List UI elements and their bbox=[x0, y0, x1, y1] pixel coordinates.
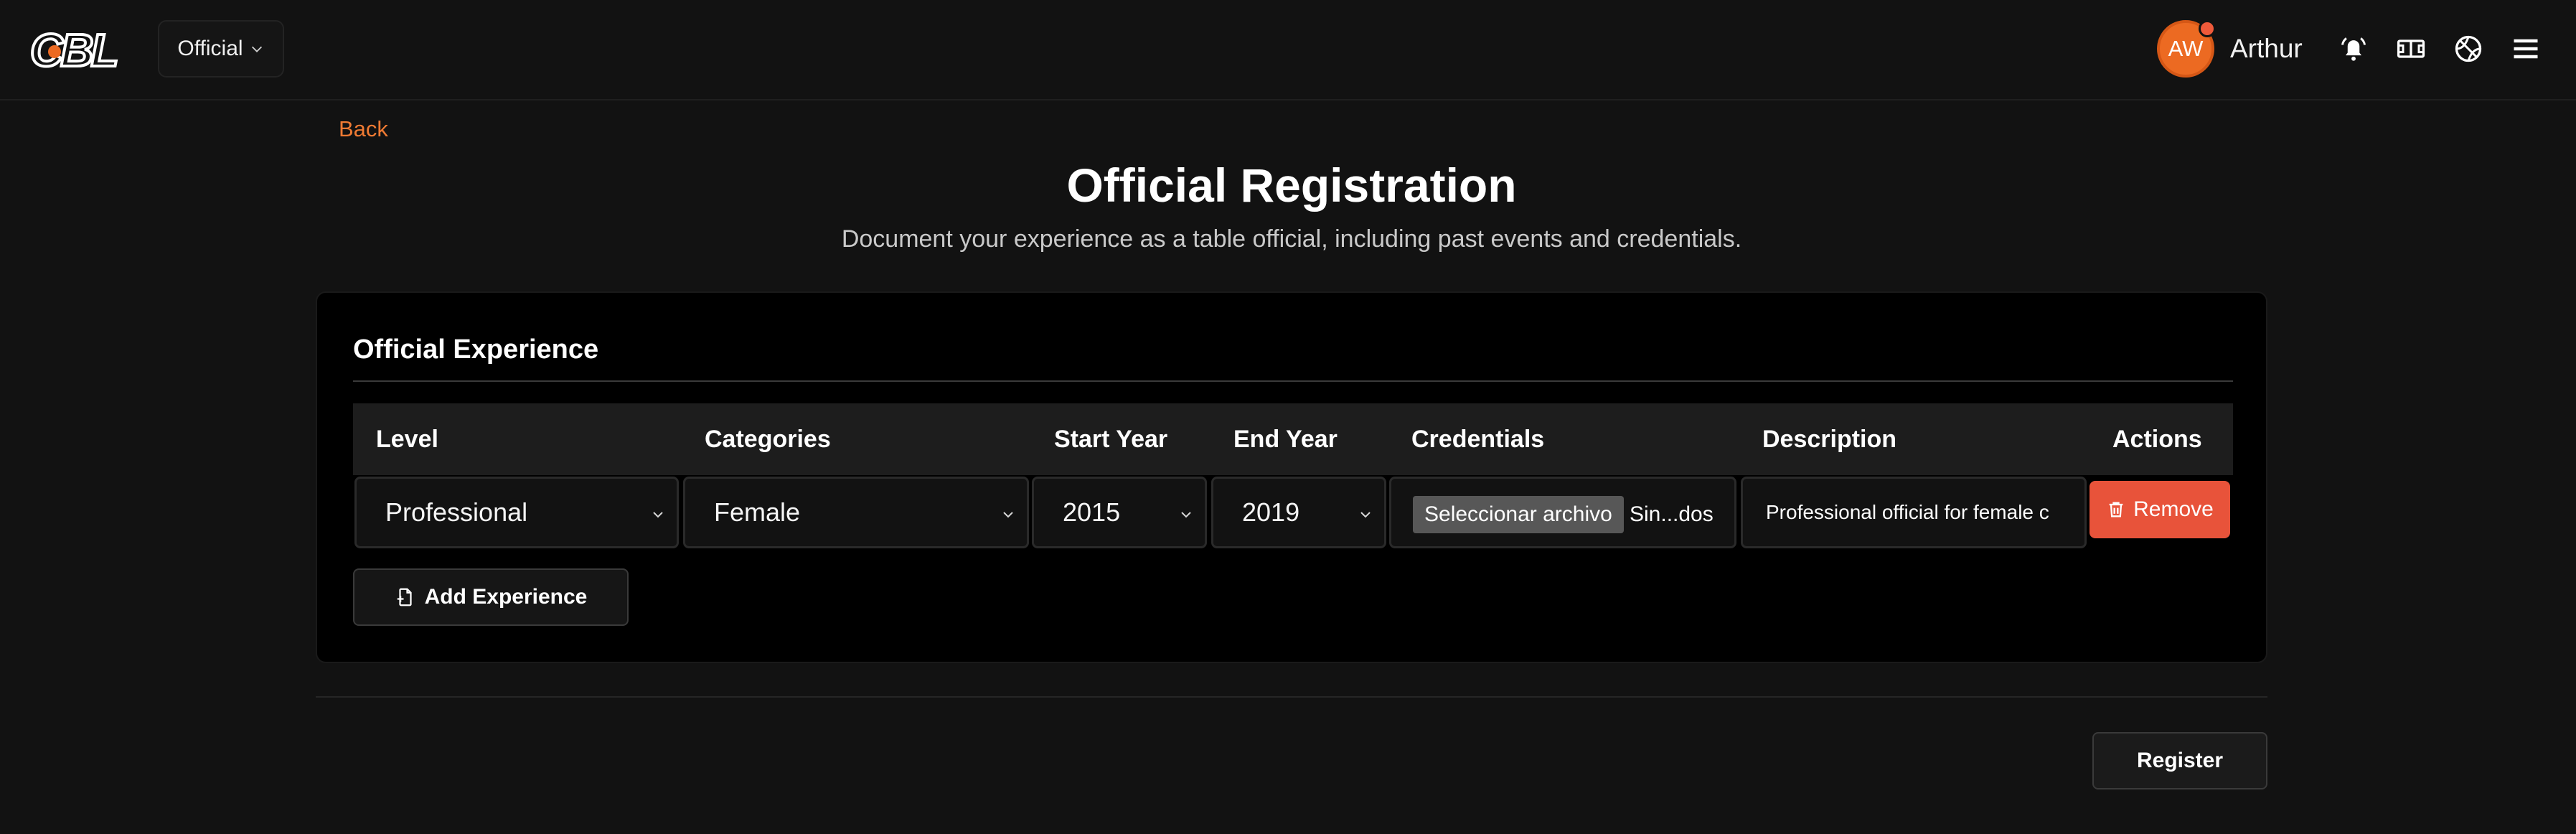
page-title: Official Registration bbox=[1066, 159, 1517, 212]
register-button[interactable]: Register bbox=[2092, 732, 2267, 790]
user-menu[interactable]: AW Arthur bbox=[2157, 20, 2303, 78]
back-link[interactable]: Back bbox=[339, 116, 388, 142]
categories-value: Female bbox=[714, 497, 801, 527]
avatar[interactable]: AW bbox=[2157, 20, 2216, 78]
section-title: Official Experience bbox=[353, 334, 599, 365]
end-year-value: 2019 bbox=[1242, 497, 1300, 527]
column-header-actions: Actions bbox=[2112, 426, 2202, 453]
description-input[interactable]: Professional official for female c bbox=[1741, 477, 2087, 548]
add-experience-label: Add Experience bbox=[424, 585, 588, 609]
chevron-down-icon bbox=[251, 46, 262, 52]
column-header-description: Description bbox=[1762, 426, 1897, 453]
chevron-down-icon bbox=[1003, 512, 1013, 518]
column-header-start-year: Start Year bbox=[1054, 426, 1168, 453]
chevron-down-icon bbox=[1181, 512, 1191, 518]
user-name: Arthur bbox=[2230, 34, 2303, 63]
column-header-level: Level bbox=[376, 426, 438, 453]
menu-icon[interactable] bbox=[2510, 33, 2542, 65]
remove-button[interactable]: Remove bbox=[2090, 481, 2230, 538]
level-value: Professional bbox=[385, 497, 528, 527]
column-header-categories: Categories bbox=[705, 426, 831, 453]
court-icon[interactable] bbox=[2395, 33, 2427, 65]
table-header: Level Categories Start Year End Year Cre… bbox=[353, 403, 2233, 475]
trash-icon bbox=[2109, 502, 2123, 517]
end-year-select[interactable]: 2019 bbox=[1211, 477, 1386, 548]
notification-dot bbox=[2199, 20, 2216, 37]
section-divider bbox=[353, 380, 2233, 382]
remove-label: Remove bbox=[2133, 497, 2214, 521]
add-experience-button[interactable]: Add Experience bbox=[353, 568, 629, 626]
column-header-credentials: Credentials bbox=[1411, 426, 1545, 453]
register-label: Register bbox=[2136, 749, 2224, 772]
ball-icon[interactable] bbox=[2453, 33, 2484, 65]
file-plus-icon bbox=[397, 588, 412, 606]
footer-divider bbox=[316, 696, 2267, 698]
page-subtitle: Document your experience as a table offi… bbox=[841, 225, 1742, 253]
chevron-down-icon bbox=[1360, 512, 1371, 518]
level-select[interactable]: Professional bbox=[354, 477, 679, 548]
bell-icon[interactable] bbox=[2338, 33, 2369, 65]
choose-file-button[interactable]: Seleccionar archivo bbox=[1413, 496, 1624, 533]
categories-select[interactable]: Female bbox=[683, 477, 1029, 548]
column-header-end-year: End Year bbox=[1233, 426, 1338, 453]
top-bar: CBL Official AW Arthur bbox=[0, 0, 2576, 100]
start-year-value: 2015 bbox=[1063, 497, 1121, 527]
avatar-initials: AW bbox=[2168, 36, 2204, 61]
svg-text:CBL: CBL bbox=[30, 24, 116, 76]
start-year-select[interactable]: 2015 bbox=[1032, 477, 1207, 548]
file-status: Sin...dos bbox=[1630, 502, 1714, 526]
app-logo[interactable]: CBL bbox=[29, 22, 131, 76]
credentials-file-input[interactable]: Seleccionar archivo Sin...dos bbox=[1389, 477, 1736, 548]
experience-card: Official Experience Level Categories Sta… bbox=[316, 291, 2267, 663]
role-selector-value: Official bbox=[177, 37, 243, 60]
chevron-down-icon bbox=[653, 512, 663, 518]
role-selector[interactable]: Official bbox=[158, 20, 284, 78]
description-value: Professional official for female c bbox=[1766, 501, 2049, 523]
